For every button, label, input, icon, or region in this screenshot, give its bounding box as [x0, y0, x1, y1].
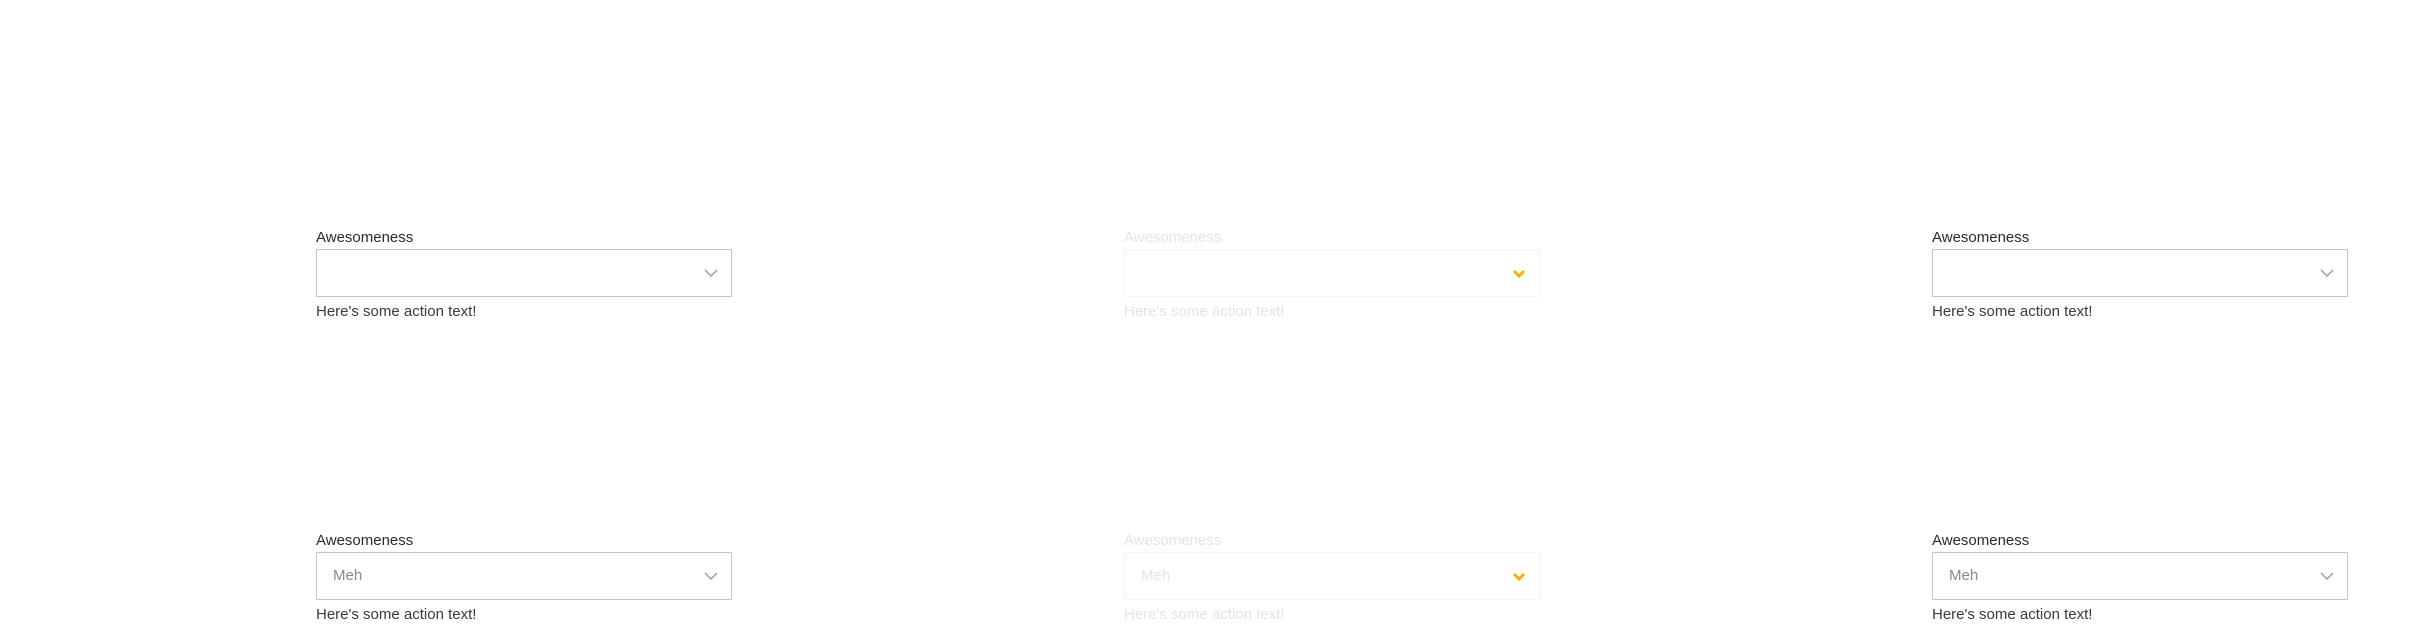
- select-field-5: Awesomeness Meh Here's some action text!: [1124, 532, 1540, 624]
- action-text: Here's some action text!: [1124, 606, 1285, 623]
- awesomeness-select[interactable]: [316, 249, 732, 297]
- page: Awesomeness Here's some action text! Awe…: [0, 0, 2424, 644]
- select-field-6: Awesomeness Meh Here's some action text!: [1932, 532, 2348, 624]
- awesomeness-select[interactable]: Meh: [1932, 552, 2348, 600]
- action-text: Here's some action text!: [1932, 303, 2093, 320]
- action-text: Here's some action text!: [316, 606, 477, 623]
- select-field-4: Awesomeness Meh Here's some action text!: [316, 532, 732, 624]
- action-text: Here's some action text!: [1124, 303, 1285, 320]
- action-text: Here's some action text!: [1932, 606, 2093, 623]
- field-label: Awesomeness: [1124, 532, 1222, 549]
- select-field-2: Awesomeness Here's some action text!: [1124, 229, 1540, 321]
- field-label: Awesomeness: [1932, 532, 2030, 549]
- chevron-down-icon: [2319, 568, 2335, 584]
- select-value: Meh: [1949, 567, 1979, 584]
- field-label: Awesomeness: [1124, 229, 1222, 246]
- field-label: Awesomeness: [316, 532, 414, 549]
- chevron-down-icon: [1511, 568, 1527, 584]
- awesomeness-select[interactable]: Meh: [1124, 552, 1540, 600]
- field-label: Awesomeness: [316, 229, 414, 246]
- field-label: Awesomeness: [1932, 229, 2030, 246]
- awesomeness-select[interactable]: [1932, 249, 2348, 297]
- select-value: Meh: [333, 567, 363, 584]
- action-text: Here's some action text!: [316, 303, 477, 320]
- select-field-3: Awesomeness Here's some action text!: [1932, 229, 2348, 321]
- chevron-down-icon: [703, 568, 719, 584]
- select-value: Meh: [1141, 567, 1171, 584]
- awesomeness-select[interactable]: [1124, 249, 1540, 297]
- chevron-down-icon: [2319, 265, 2335, 281]
- chevron-down-icon: [1511, 265, 1527, 281]
- chevron-down-icon: [703, 265, 719, 281]
- awesomeness-select[interactable]: Meh: [316, 552, 732, 600]
- select-field-1: Awesomeness Here's some action text!: [316, 229, 732, 321]
